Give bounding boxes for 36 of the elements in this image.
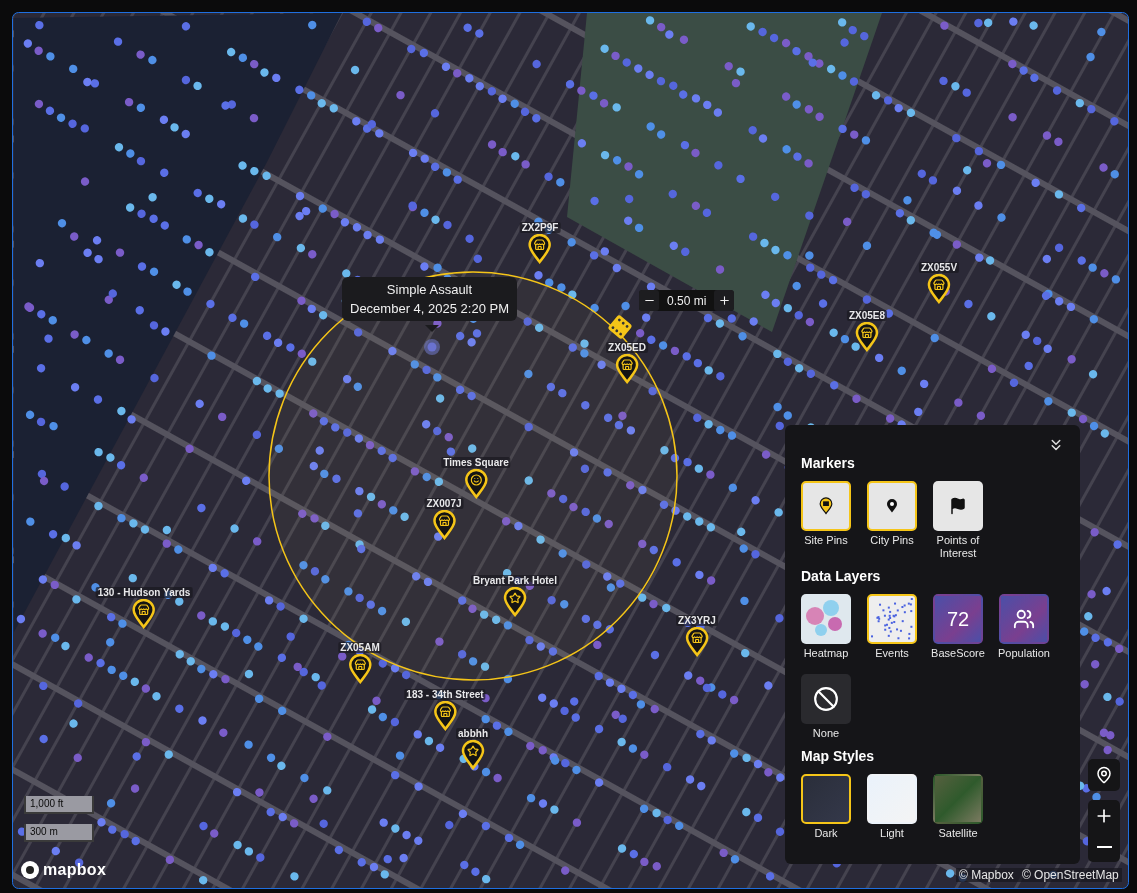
option-label: Points of Interest [935,534,981,560]
option-label: Events [874,647,910,660]
attribution-link[interactable]: © OpenStreetMap [1021,868,1119,882]
event-title: Simple Assault [386,282,473,297]
option-label: Site Pins [803,534,849,547]
scale-bar: 300 m [24,824,94,842]
pin-label: Times Square [441,457,511,468]
pin-label: ZX055V [918,262,960,273]
option-label: Population [997,647,1051,660]
score-number: 72 [946,607,970,631]
section-title: Data Layers [801,568,882,584]
pin-label: ZX3YRJ [676,615,718,626]
layer-thumbnail[interactable]: 72 [933,594,983,644]
pin-label: ZX05ED [606,342,648,353]
option-label: City Pins [869,534,915,547]
option-label: Satellite [937,827,979,840]
pin-label: Bryant Park Hotel [471,575,559,586]
option-label: Dark [813,827,839,840]
section-title: Markers [801,455,856,471]
option-label: Light [879,827,905,840]
option-label: None [811,727,841,740]
pin-label: ZX05E8 [846,310,888,321]
option-label: Heatmap [802,647,850,660]
section-title: Map Styles [801,748,876,764]
option-label: BaseScore [930,647,986,660]
pin-label: ZX007J [424,498,464,509]
pin-label: 130 - Hudson Yards [95,587,193,598]
logo-text: mapbox [43,861,107,879]
pin-label: 183 - 34th Street [404,689,486,700]
attribution-link[interactable]: © Mapbox [959,868,1014,882]
pin-label: ZX2P9F [519,222,561,233]
event-time: December 4, 2025 2:20 PM [350,301,509,316]
pin-label: abbhh [456,728,490,739]
scale-bar: 1,000 ft [24,796,94,814]
pin-label: ZX05AM [338,642,382,653]
radius-value: 0.50 mi [666,293,708,308]
